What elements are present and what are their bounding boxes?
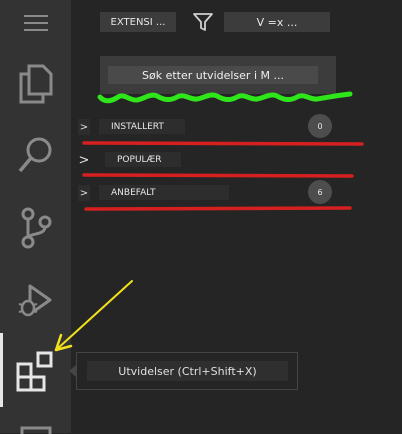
chevron-right-icon: >: [78, 185, 90, 201]
search-icon[interactable]: [0, 133, 71, 177]
installed-count-badge: 0: [308, 114, 332, 138]
run-debug-icon[interactable]: [0, 278, 71, 322]
search-box: [100, 56, 336, 94]
extensions-search-input[interactable]: [108, 66, 318, 84]
section-recommended-label: ANBEFALT: [99, 185, 229, 200]
section-installed-label: INSTALLERT: [99, 119, 185, 134]
views-more-button[interactable]: V =x ...: [224, 12, 330, 32]
chevron-right-icon: >: [78, 152, 90, 168]
chevron-right-icon: >: [78, 119, 90, 135]
section-popular-label: POPULÆR: [105, 152, 181, 167]
explorer-icon[interactable]: [0, 62, 71, 106]
section-popular[interactable]: > POPULÆR: [78, 149, 348, 171]
accounts-icon[interactable]: [0, 418, 71, 434]
menu-icon[interactable]: [0, 8, 71, 38]
extensions-icon[interactable]: [0, 347, 71, 395]
extensions-tooltip: Utvidelser (Ctrl+Shift+X): [76, 352, 298, 390]
filter-icon[interactable]: [192, 11, 214, 33]
extensions-title-button[interactable]: EXTENSI ...: [100, 12, 176, 32]
tooltip-caret: [69, 365, 76, 377]
source-control-icon[interactable]: [0, 205, 71, 251]
activity-bar: [0, 0, 71, 434]
recommended-count-badge: 6: [308, 180, 332, 204]
tooltip-text: Utvidelser (Ctrl+Shift+X): [87, 361, 288, 381]
